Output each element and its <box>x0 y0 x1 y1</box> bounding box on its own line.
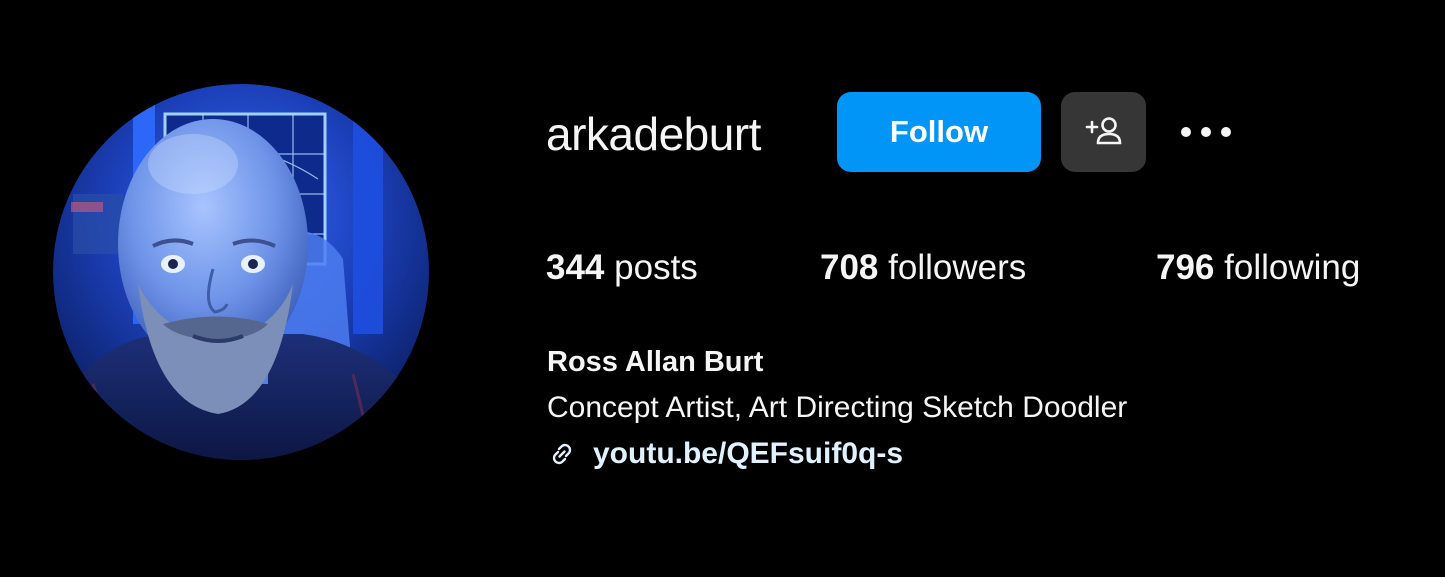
following-label: following <box>1224 248 1361 287</box>
more-options-button[interactable] <box>1172 112 1240 152</box>
profile-link[interactable]: youtu.be/QEFsuif0q-s <box>547 432 903 476</box>
add-person-icon <box>1084 115 1124 149</box>
posts-label: posts <box>614 248 698 287</box>
posts-stat: 344 posts <box>546 244 698 292</box>
profile-link-text[interactable]: youtu.be/QEFsuif0q-s <box>593 437 903 471</box>
followers-label: followers <box>888 248 1027 287</box>
following-count: 796 <box>1156 248 1215 287</box>
profile-photo <box>53 84 429 460</box>
profile-full-name: Ross Allan Burt <box>547 346 764 378</box>
followers-count: 708 <box>820 248 879 287</box>
profile-avatar[interactable] <box>53 84 429 460</box>
profile-username: arkadeburt <box>546 108 761 160</box>
suggested-accounts-button[interactable] <box>1061 92 1146 172</box>
following-stat[interactable]: 796 following <box>1156 244 1360 292</box>
posts-count: 344 <box>546 248 605 287</box>
follow-button[interactable]: Follow <box>837 92 1041 172</box>
link-icon <box>547 439 577 469</box>
followers-stat[interactable]: 708 followers <box>820 244 1026 292</box>
more-horizontal-icon <box>1178 126 1234 138</box>
profile-bio: Concept Artist, Art Directing Sketch Doo… <box>547 391 1128 424</box>
